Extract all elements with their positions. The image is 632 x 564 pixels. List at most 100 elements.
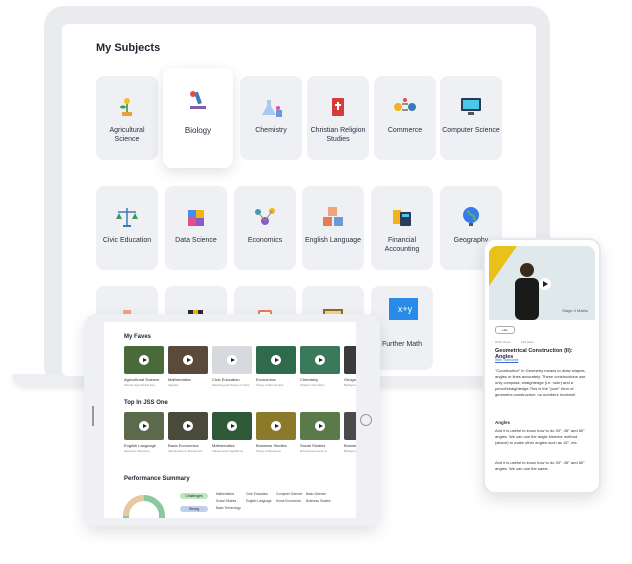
subject-label: Computer Science	[442, 127, 500, 134]
subject-label: Biology	[184, 126, 212, 135]
faves-subtitle: Scope of Economics	[256, 383, 284, 387]
tablet-speaker	[92, 406, 94, 426]
lesson-paragraph-3: And it is useful to know how to do 30°, …	[495, 460, 585, 471]
top-title: Business Studies	[344, 443, 356, 448]
faves-thumbnail[interactable]	[300, 346, 340, 374]
top-thumbnail[interactable]	[124, 412, 164, 440]
calculator-icon	[393, 210, 411, 226]
subject-label: Chemistry	[255, 127, 287, 134]
play-icon	[227, 355, 237, 365]
exchange-icon	[394, 98, 416, 111]
faves-thumbnail[interactable]	[124, 346, 164, 374]
top-thumbnail[interactable]	[256, 412, 296, 440]
formula-icon: x+y	[389, 298, 418, 320]
top-heading: Top In JSS One	[124, 400, 168, 406]
abc-blocks-icon	[323, 207, 343, 226]
scales-icon	[116, 208, 138, 227]
subject-card-agricultural-science[interactable]: Agricultural Science	[96, 76, 158, 160]
performance-heading: Performance Summary	[124, 476, 190, 482]
top-thumbnail[interactable]	[300, 412, 340, 440]
phone-frame: Stage 4 Maths Like 2345 Views 145 Likes …	[483, 238, 601, 494]
subject-card-chemistry[interactable]: Chemistry	[240, 76, 302, 160]
performance-subject: Social Studies	[216, 499, 237, 503]
faves-thumbnail[interactable]	[212, 346, 252, 374]
subject-label: Agricultural Science	[109, 127, 145, 143]
subject-card-commerce[interactable]: Commerce	[374, 76, 436, 160]
subject-card-further-math[interactable]: x+y Further Math	[371, 286, 433, 370]
top-subtitle: Indices and Logarithms	[212, 449, 244, 453]
views-count: 2345 Views	[495, 340, 511, 344]
subject-card-english-language[interactable]: English Language	[302, 186, 364, 270]
top-subtitle: Environment and Us	[300, 449, 328, 453]
top-thumbnail[interactable]	[168, 412, 208, 440]
faves-title: Agricultural Science	[124, 377, 160, 382]
top-title: Basic Economics	[168, 443, 199, 448]
microscope-icon	[190, 91, 206, 109]
subject-card-financial-accounting[interactable]: Financial Accounting	[371, 186, 433, 270]
faves-thumbnail[interactable]	[168, 346, 208, 374]
play-icon	[227, 421, 237, 431]
lesson-video[interactable]: Stage 4 Maths	[489, 246, 595, 320]
top-title: Business Studies	[256, 443, 287, 448]
faves-subtitle: Organic Chemistry	[300, 383, 325, 387]
subject-card-biology[interactable]: Biology	[163, 68, 233, 168]
faves-subtitle: Meaning and Scope of Civic	[212, 383, 250, 387]
performance-subject: English Language	[246, 499, 272, 503]
subject-card-christian-religion-studies[interactable]: Christian Religion Studies	[307, 76, 369, 160]
play-icon	[183, 421, 193, 431]
subject-label: Financial Accounting	[384, 237, 420, 253]
faves-title: Geography	[344, 377, 356, 382]
pill-strong[interactable]: Strong	[180, 506, 208, 512]
play-icon	[271, 421, 281, 431]
svg-text:Stage 4 Maths: Stage 4 Maths	[562, 308, 588, 313]
subject-card-data-science[interactable]: Data Science	[165, 186, 227, 270]
top-subtitle: Sentence Structure	[124, 449, 150, 453]
subject-card-economics[interactable]: Economics	[234, 186, 296, 270]
play-icon	[183, 355, 193, 365]
svg-text:x+y: x+y	[398, 304, 413, 314]
performance-subject: Business Studies	[306, 499, 331, 503]
performance-subject: Computer Science	[276, 492, 303, 496]
performance-subject: Civic Education	[246, 492, 268, 496]
top-subtitle: Background	[344, 449, 356, 453]
performance-subject: Mathematics	[216, 492, 235, 496]
likes-count: 145 Likes	[521, 340, 534, 344]
subject-label: Further Math	[381, 341, 423, 348]
play-icon	[315, 355, 325, 365]
subject-label: Economics	[247, 237, 283, 244]
monitor-icon	[461, 98, 481, 115]
play-icon	[139, 355, 149, 365]
pill-challenges[interactable]: Challenges	[180, 493, 208, 499]
bible-icon	[332, 98, 344, 116]
play-icon	[139, 421, 149, 431]
subject-card-civic-education[interactable]: Civic Education	[96, 186, 158, 270]
performance-donut	[123, 495, 165, 518]
top-thumbnail[interactable]	[344, 412, 356, 440]
video-scene: Stage 4 Maths	[489, 246, 588, 320]
top-subtitle: Introduction to Economics	[168, 449, 203, 453]
tablet-frame: My Faves Top In JSS One Performance Summ…	[84, 314, 380, 526]
play-icon	[315, 421, 325, 431]
performance-subject: Home Economics	[276, 499, 301, 503]
top-thumbnail[interactable]	[212, 412, 252, 440]
subject-label: English Language	[304, 237, 362, 244]
data-icon	[188, 210, 204, 226]
faves-thumbnail[interactable]	[256, 346, 296, 374]
flask-icon	[262, 100, 282, 117]
top-title: Social Studies	[300, 443, 326, 448]
faves-heading: My Faves	[124, 334, 152, 340]
tablet-screen: My Faves Top In JSS One Performance Summ…	[104, 322, 356, 518]
faves-title: Mathematics	[168, 377, 191, 382]
tablet-home-button[interactable]	[360, 414, 372, 426]
faves-subtitle: Background	[344, 383, 356, 387]
subject-label: Commerce	[387, 127, 423, 134]
faves-title: Chemistry	[300, 377, 319, 382]
top-title: Mathematics	[212, 443, 235, 448]
page-title: My Subjects	[96, 42, 161, 54]
subject-card-computer-science[interactable]: Computer Science	[440, 76, 502, 160]
subject-label: Data Science	[175, 237, 217, 244]
faves-title: Economics	[256, 377, 276, 382]
like-button[interactable]: Like	[495, 326, 515, 334]
transcript-link[interactable]: Web Transcript	[495, 358, 518, 362]
faves-thumbnail[interactable]	[344, 346, 356, 374]
